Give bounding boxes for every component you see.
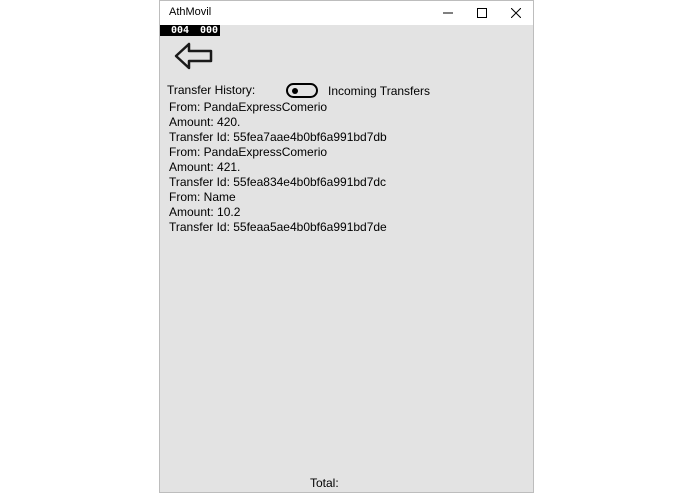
transfer-list: From: PandaExpressComerio Amount: 420. T…: [169, 100, 387, 235]
incoming-transfers-toggle[interactable]: [286, 83, 318, 98]
transfer-id: Transfer Id: 55feaa5ae4b0bf6a991bd7de: [169, 220, 387, 234]
transfer-amount: Amount: 420.: [169, 115, 241, 129]
app-window: AthMovil 004 000 Transfer History: Incom…: [159, 0, 534, 493]
minimize-icon: [443, 12, 453, 14]
list-item: From: Name Amount: 10.2 Transfer Id: 55f…: [169, 190, 387, 235]
transfer-amount: Amount: 10.2: [169, 205, 241, 219]
back-button[interactable]: [174, 41, 214, 71]
title-bar[interactable]: AthMovil: [160, 1, 533, 25]
transfer-from: From: PandaExpressComerio: [169, 100, 328, 114]
transfer-history-label: Transfer History:: [167, 83, 256, 97]
back-arrow-icon: [174, 42, 213, 70]
list-item: From: PandaExpressComerio Amount: 420. T…: [169, 100, 387, 145]
frame-counter: 004 000: [160, 25, 220, 36]
counter-right: 000: [200, 25, 219, 36]
transfer-id: Transfer Id: 55fea7aae4b0bf6a991bd7db: [169, 130, 387, 144]
transfer-id: Transfer Id: 55fea834e4b0bf6a991bd7dc: [169, 175, 387, 189]
counter-left: 004: [171, 25, 190, 36]
transfer-from: From: PandaExpressComerio: [169, 145, 328, 159]
list-item: From: PandaExpressComerio Amount: 421. T…: [169, 145, 387, 190]
toggle-knob: [292, 88, 298, 94]
close-button[interactable]: [499, 1, 533, 25]
total-label: Total:: [310, 476, 339, 490]
close-icon: [511, 8, 521, 18]
maximize-button[interactable]: [465, 1, 499, 25]
maximize-icon: [477, 8, 487, 18]
window-title: AthMovil: [169, 6, 212, 18]
incoming-transfers-label: Incoming Transfers: [328, 84, 431, 98]
minimize-button[interactable]: [431, 1, 465, 25]
transfer-amount: Amount: 421.: [169, 160, 241, 174]
transfer-from: From: Name: [169, 190, 236, 204]
